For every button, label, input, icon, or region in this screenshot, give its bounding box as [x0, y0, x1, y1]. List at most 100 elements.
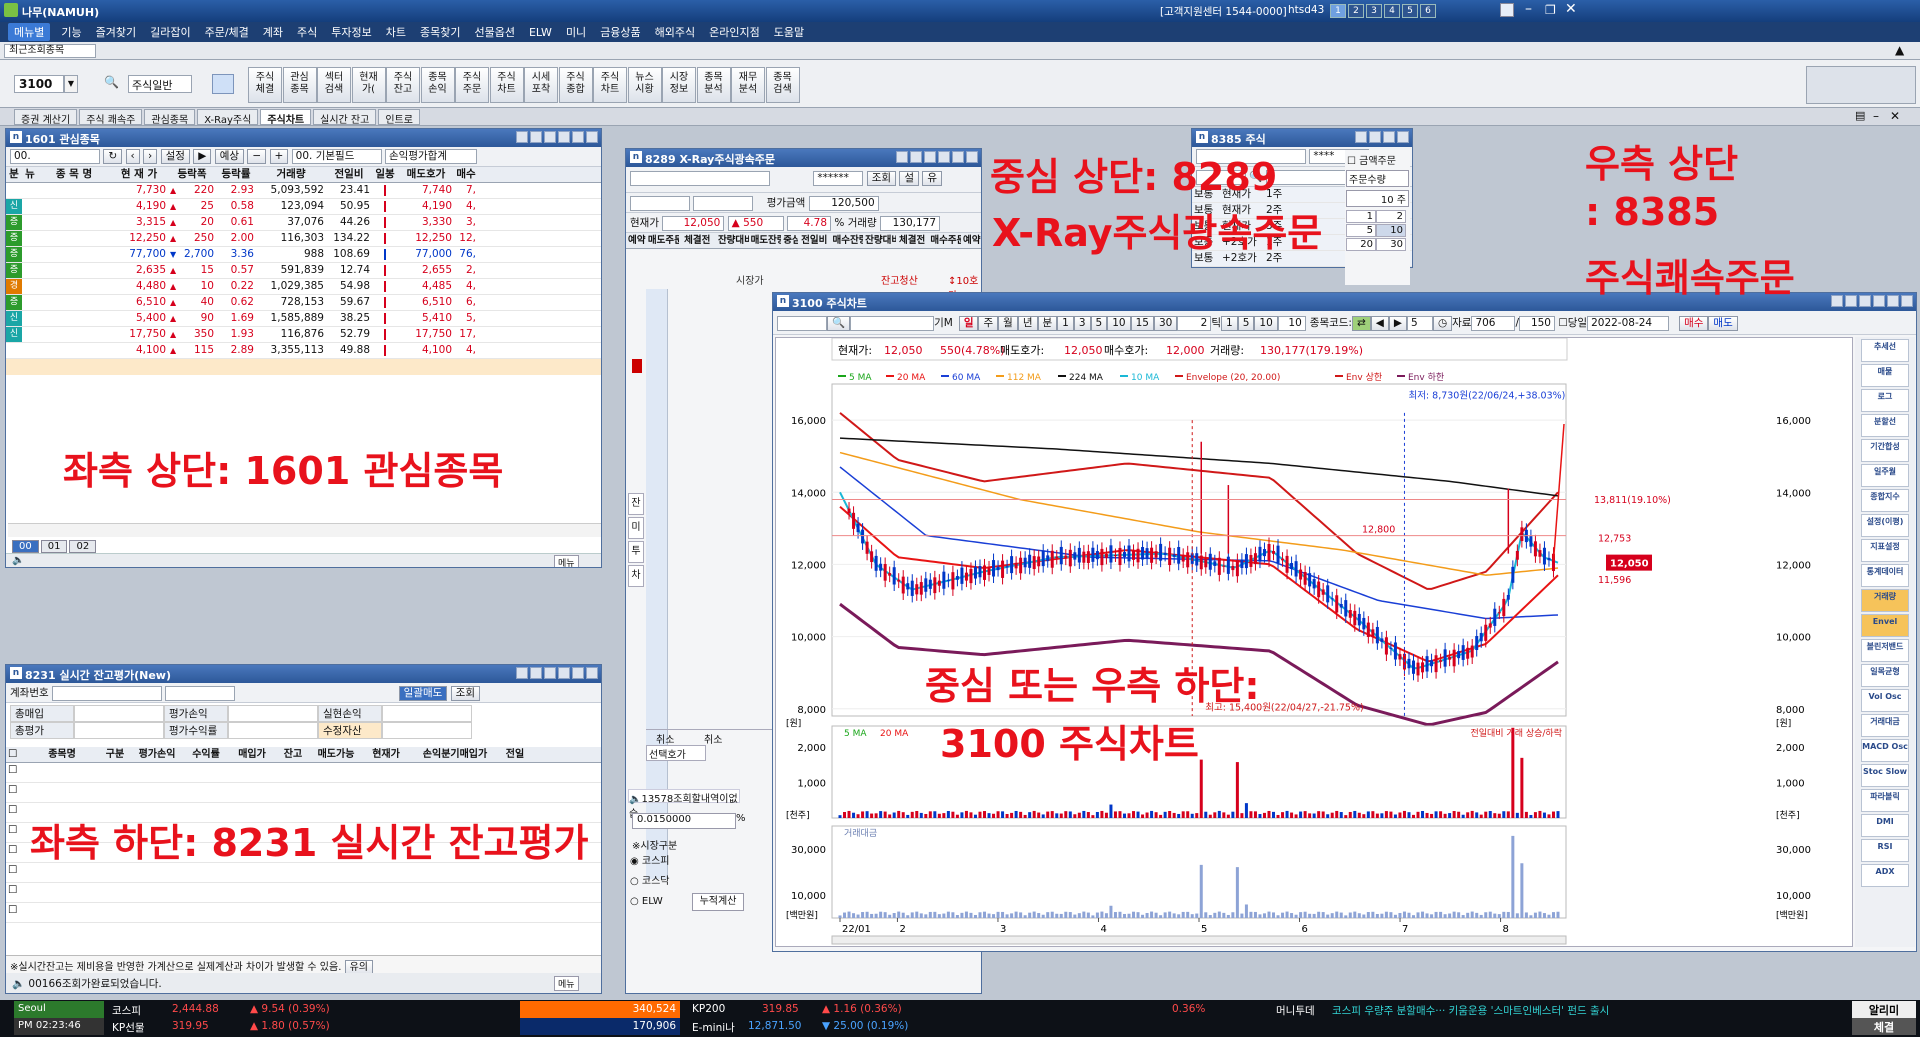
toolbar-button-13[interactable]: 종목 분석	[696, 67, 731, 103]
refresh-icon[interactable]: ↻	[103, 149, 123, 164]
group-select[interactable]: 00.	[10, 149, 100, 164]
watchlist-row[interactable]: 신 4,190 ▲ 25 0.58 123,094 50.95 4,190 4,	[6, 199, 601, 215]
news-headline[interactable]: 코스피 우량주 분할매수··· 키움운용 '스마트인베스터' 펀드 출시	[1332, 1003, 1609, 1018]
screen-4-button[interactable]: 4	[1384, 4, 1400, 18]
select-all-checkbox-icon[interactable]: ☐	[6, 747, 24, 762]
tab-6[interactable]: 인트로	[378, 109, 420, 126]
side-tab-2[interactable]: 투	[628, 541, 644, 563]
menu-item-13[interactable]: 금융상품	[593, 22, 647, 42]
chart-tool-16[interactable]: MACD Osc	[1861, 739, 1909, 762]
cumulative-calc-button[interactable]: 누적계산	[692, 893, 744, 911]
password-input[interactable]: ******	[813, 171, 864, 186]
toolbar-button-8[interactable]: 시세 포착	[524, 67, 558, 103]
menu-item-12[interactable]: 미니	[559, 22, 593, 42]
balance-title-bar[interactable]: n 8231 실시간 잔고평가(New)	[6, 665, 601, 683]
menu-item-16[interactable]: 도움말	[767, 22, 811, 42]
next-stock-icon[interactable]: ▶	[1388, 315, 1407, 331]
toolbar-button-12[interactable]: 시장 정보	[662, 67, 696, 103]
chart-tool-13[interactable]: 일목균형	[1861, 664, 1909, 687]
tab-menu-icon[interactable]: ▤	[1855, 109, 1865, 122]
sell-all-button[interactable]: 일괄매도	[398, 685, 448, 701]
n-input[interactable]: 10	[1277, 315, 1306, 331]
menu-item-14[interactable]: 해외주식	[648, 22, 702, 42]
toolbar-button-7[interactable]: 주식 차트	[489, 67, 524, 103]
today-checkbox-icon[interactable]: ☐	[1555, 317, 1567, 329]
balance-account-select[interactable]	[51, 685, 162, 701]
tab-1[interactable]: 주식 쾌속주	[79, 109, 143, 126]
menu-item-3[interactable]: 길라잡이	[143, 22, 197, 42]
qty-preset[interactable]: 30	[1376, 238, 1406, 251]
cancel-sell-button-2[interactable]: 취소	[704, 731, 722, 746]
plus-icon[interactable]: +	[269, 149, 289, 164]
search-icon[interactable]: 🔍	[104, 75, 119, 93]
balance-row[interactable]: ☐	[6, 883, 601, 903]
page-tab-00[interactable]: 00	[12, 540, 39, 553]
sync-icon[interactable]: ⇄	[1351, 315, 1371, 331]
market-radio-2[interactable]: ○ ELW	[630, 892, 670, 912]
balance-row[interactable]: ☐	[6, 783, 601, 803]
market-radio-0[interactable]: ◉ 코스피	[630, 852, 670, 872]
qty-preset[interactable]: 1	[1346, 210, 1376, 223]
qty-input[interactable]: 10 주	[1346, 190, 1409, 207]
minute-4[interactable]: 15	[1130, 315, 1154, 331]
radio-icon[interactable]: ◉	[630, 856, 642, 867]
minute-1[interactable]: 3	[1073, 315, 1091, 331]
qty-preset[interactable]: 10	[1376, 224, 1406, 237]
window-controls[interactable]	[514, 131, 598, 144]
chart-tool-2[interactable]: 로그	[1861, 389, 1909, 412]
chart-tool-0[interactable]: 추세선	[1861, 339, 1909, 362]
window-controls[interactable]	[894, 151, 978, 164]
toolbar-button-4[interactable]: 주식 잔고	[386, 67, 420, 103]
screen-1-button[interactable]: 1	[1330, 4, 1346, 18]
watchlist-row[interactable]: 증 6,510 ▲ 40 0.62 728,153 59.67 6,510 6,	[6, 295, 601, 311]
watchlist-row[interactable]: 4,100 ▲ 115 2.89 3,355,113 49.88 4,100 4,	[6, 343, 601, 359]
menu-item-15[interactable]: 온라인지점	[702, 22, 767, 42]
window-controls[interactable]	[1829, 295, 1913, 308]
market-price-label[interactable]: 시장가	[736, 272, 764, 287]
balance-row[interactable]: ☐	[6, 763, 601, 783]
period-3[interactable]: 년	[1017, 315, 1038, 331]
count-input[interactable]: 5	[1406, 315, 1433, 331]
config-button[interactable]: 설	[899, 171, 920, 186]
chart-tool-21[interactable]: ADX	[1861, 864, 1909, 887]
chart-code-input[interactable]	[777, 315, 827, 331]
fee-rate-input[interactable]: 0.0150000	[632, 813, 736, 829]
balance-row[interactable]: ☐	[6, 903, 601, 923]
menu-item-5[interactable]: 계좌	[256, 22, 290, 42]
watchlist-col-5[interactable]: 등락률	[216, 167, 256, 182]
row-checkbox-icon[interactable]: ☐	[6, 863, 24, 882]
row-checkbox-icon[interactable]: ☐	[6, 903, 24, 922]
watchlist-selected-row[interactable]	[6, 359, 601, 375]
side-tab-0[interactable]: 잔	[628, 493, 644, 515]
toolbar-button-0[interactable]: 주식 체결	[248, 67, 282, 103]
menu-item-11[interactable]: ELW	[522, 24, 559, 41]
chart-tool-4[interactable]: 기간합성	[1861, 439, 1909, 462]
tick-2[interactable]: 10	[1254, 315, 1278, 331]
alarm-button[interactable]: 알리미	[1852, 1001, 1916, 1018]
stock-code-input[interactable]: 3100	[14, 75, 64, 93]
recent-items-button[interactable]: 최근조회종목	[4, 44, 96, 58]
date-select[interactable]: 2022-08-24	[1587, 315, 1670, 331]
watchlist-col-9[interactable]: 매도호가	[398, 167, 454, 182]
window-controls[interactable]	[514, 667, 598, 680]
row-checkbox-icon[interactable]: ☐	[6, 783, 24, 802]
minute-5[interactable]: 30	[1153, 315, 1178, 331]
period-1[interactable]: 주	[978, 315, 999, 331]
market-radio-group[interactable]: ◉ 코스피 ○ 코스닥 ○ ELW	[630, 852, 670, 912]
side-tab-3[interactable]: 차	[628, 565, 644, 587]
menu-item-7[interactable]: 투자정보	[324, 22, 378, 42]
tab-3[interactable]: X-Ray주식	[197, 109, 259, 126]
watchlist-col-10[interactable]: 매수	[454, 167, 478, 182]
page-tab-01[interactable]: 01	[40, 540, 68, 553]
total-input[interactable]: 150	[1518, 315, 1555, 331]
chart-tool-17[interactable]: Stoc Slow	[1861, 764, 1909, 787]
quick-tools-panel[interactable]	[1806, 66, 1916, 104]
code-dropdown-icon[interactable]: ▼	[64, 75, 78, 93]
watchlist-col-1[interactable]: 뉴	[22, 167, 38, 182]
toolbar-button-14[interactable]: 재무 분석	[731, 67, 765, 103]
period-4[interactable]: 분	[1037, 315, 1058, 331]
side-tab-1[interactable]: 미	[628, 517, 644, 539]
chart-tool-3[interactable]: 분할선	[1861, 414, 1909, 437]
qty-preset[interactable]: 2	[1376, 210, 1406, 223]
watchlist-col-7[interactable]: 전일비	[326, 167, 372, 182]
